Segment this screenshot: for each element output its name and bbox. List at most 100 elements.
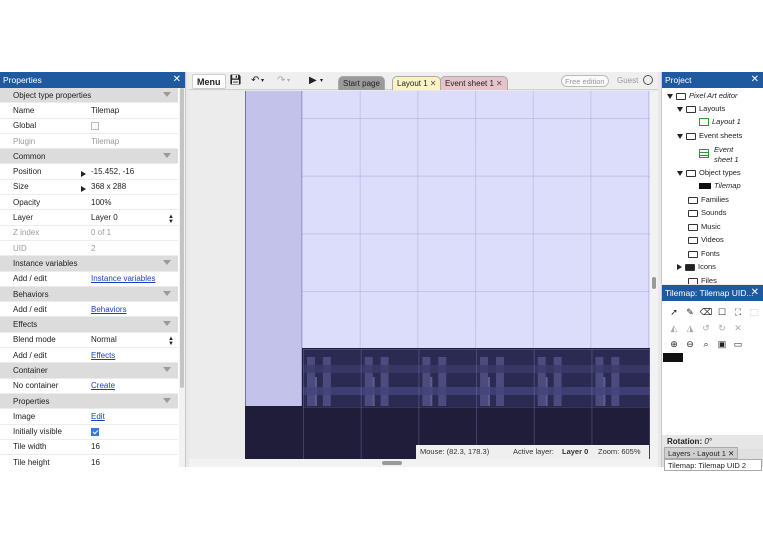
undo-dropdown-icon[interactable]: ▾ <box>261 75 264 87</box>
scrollbar-thumb[interactable] <box>382 461 402 465</box>
tree-item-object-types[interactable]: Object types <box>677 167 741 179</box>
tree-item-layouts[interactable]: Layouts <box>677 103 725 115</box>
expand-icon[interactable] <box>81 171 86 178</box>
property-link[interactable]: Create <box>91 381 115 390</box>
property-value[interactable] <box>77 427 178 437</box>
property-value[interactable]: 16 <box>77 442 178 451</box>
property-value[interactable]: Instance variables <box>77 274 178 283</box>
property-value[interactable]: Effects <box>77 351 178 360</box>
play-dropdown-icon[interactable]: ▾ <box>320 75 323 87</box>
zoom-in-icon[interactable]: ⊕ <box>666 336 682 352</box>
property-link[interactable]: Instance variables <box>91 274 155 283</box>
folder-open-icon[interactable]: ▭ <box>730 336 746 352</box>
tab-tilemap[interactable]: Tilemap: Tilemap UID 2 <box>664 459 762 471</box>
save-icon[interactable]: 💾︎ <box>229 75 242 87</box>
property-link[interactable]: Behaviors <box>91 305 127 314</box>
tree-item-music[interactable]: Music <box>688 221 721 233</box>
close-icon[interactable]: ✕ <box>751 285 759 301</box>
property-value[interactable]: Tilemap <box>77 106 178 115</box>
collapse-icon[interactable] <box>163 321 171 327</box>
tab-event-sheet-1[interactable]: Event sheet 1 ✕ <box>440 76 508 90</box>
property-value[interactable]: 368 x 288 <box>77 182 178 193</box>
category-label: Instance variables <box>13 258 78 268</box>
property-value[interactable]: 16 <box>77 458 178 467</box>
expand-icon[interactable] <box>81 186 86 193</box>
close-tab-icon[interactable]: ✕ <box>430 79 437 88</box>
checkbox[interactable] <box>91 122 99 131</box>
scrollbar-thumb[interactable] <box>180 88 184 388</box>
caret-down-icon[interactable] <box>677 170 683 176</box>
tab-layers[interactable]: Layers - Layout 1 ✕ <box>664 447 739 459</box>
collapse-icon[interactable] <box>163 92 171 97</box>
tree-item-event-sheets[interactable]: Event sheets <box>677 130 742 142</box>
close-icon[interactable]: ✕ <box>751 72 759 88</box>
free-edition-badge[interactable]: Free edition <box>561 75 609 87</box>
tree-item-tilemap[interactable]: Tilemap <box>699 180 741 192</box>
menu-button[interactable]: Menu <box>192 74 226 89</box>
collapse-icon[interactable] <box>163 260 171 266</box>
property-value[interactable]: Create <box>77 381 178 390</box>
scrollbar-thumb[interactable] <box>652 277 656 289</box>
property-row: Tile height 16 <box>0 455 178 467</box>
redo-icon[interactable]: ↷ <box>277 75 285 87</box>
caret-down-icon[interactable] <box>677 106 683 112</box>
collapse-icon[interactable] <box>163 290 171 296</box>
checkbox[interactable] <box>91 428 99 437</box>
property-link[interactable]: Edit <box>91 412 105 421</box>
save-icon[interactable]: ▣ <box>714 336 730 352</box>
layout-view[interactable] <box>189 91 650 467</box>
properties-scrollbar[interactable] <box>179 88 185 467</box>
flip-icon[interactable]: ◮ <box>682 320 698 336</box>
tileset-preview[interactable] <box>663 353 683 362</box>
property-value[interactable]: Layer 0 ▲ ▼ <box>77 213 178 225</box>
pointer-tool-icon[interactable]: ➚ <box>666 304 682 320</box>
property-link[interactable]: Effects <box>91 351 115 360</box>
tab-layout-1[interactable]: Layout 1 ✕ <box>392 76 442 90</box>
property-value[interactable]: Edit <box>77 412 178 421</box>
zoom-reset-icon[interactable]: ⌕ <box>698 336 714 352</box>
close-tab-icon[interactable]: ✕ <box>496 79 503 88</box>
clear-icon[interactable]: ✕ <box>730 320 746 336</box>
caret-down-icon[interactable] <box>677 133 683 139</box>
rotate-ccw-icon[interactable]: ↺ <box>698 320 714 336</box>
redo-dropdown-icon[interactable]: ▾ <box>287 75 290 87</box>
layout-vertical-scrollbar[interactable] <box>650 91 658 467</box>
tree-item-pixel-art-editor[interactable]: Pixel Art editor <box>667 90 738 102</box>
rotate-cw-icon[interactable]: ↻ <box>714 320 730 336</box>
tree-item-layout-1[interactable]: Layout 1 <box>699 116 741 128</box>
eraser-icon[interactable]: ⌫ <box>698 304 714 320</box>
rectangle-icon[interactable]: ☐ <box>714 304 730 320</box>
select-arrows-icon[interactable]: ▲ ▼ <box>168 214 174 225</box>
caret-down-icon[interactable] <box>667 93 673 99</box>
property-value[interactable]: -15.452, -16 <box>77 167 178 178</box>
layout-horizontal-scrollbar[interactable] <box>189 459 650 467</box>
property-value[interactable]: Behaviors <box>77 305 178 314</box>
property-value[interactable]: 100% <box>77 198 178 207</box>
close-icon[interactable]: ✕ <box>173 72 181 88</box>
close-tab-icon[interactable]: ✕ <box>728 449 734 458</box>
collapse-icon[interactable] <box>163 397 171 403</box>
caret-right-icon[interactable] <box>677 264 682 271</box>
select-arrows-icon[interactable]: ▲ ▼ <box>168 336 174 347</box>
collapse-icon[interactable] <box>163 367 171 373</box>
tree-item-sounds[interactable]: Sounds <box>688 207 726 219</box>
property-value[interactable] <box>77 121 178 131</box>
tree-item-families[interactable]: Families <box>688 194 729 206</box>
selection-icon[interactable]: ⬚ <box>746 304 762 320</box>
tree-item-icons[interactable]: Icons <box>677 261 716 273</box>
tree-item-fonts[interactable]: Fonts <box>688 248 720 260</box>
collapse-icon[interactable] <box>163 153 171 159</box>
play-icon[interactable]: ▶ <box>309 75 317 87</box>
pencil-icon[interactable]: ✎ <box>682 304 698 320</box>
mirror-icon[interactable]: ◭ <box>666 320 682 336</box>
tilemap-tools: ➚ ✎ ⌫ ☐ ⛶ ⬚ ◭ ◮ ↺ ↻ ✕ ⊕ ⊖ ⌕ ▣ ▭ <box>666 304 762 352</box>
tree-item-videos[interactable]: Videos <box>688 234 724 246</box>
zoom-out-icon[interactable]: ⊖ <box>682 336 698 352</box>
guest-label[interactable]: Guest <box>617 76 638 85</box>
undo-icon[interactable]: ↶ <box>251 75 259 87</box>
tree-item-files[interactable]: Files <box>688 275 717 284</box>
property-value[interactable]: Normal ▲ ▼ <box>77 335 178 347</box>
fill-bucket-icon[interactable]: ⛶ <box>730 304 746 320</box>
tab-start-page[interactable]: Start page <box>338 76 385 90</box>
user-icon[interactable] <box>643 75 653 85</box>
